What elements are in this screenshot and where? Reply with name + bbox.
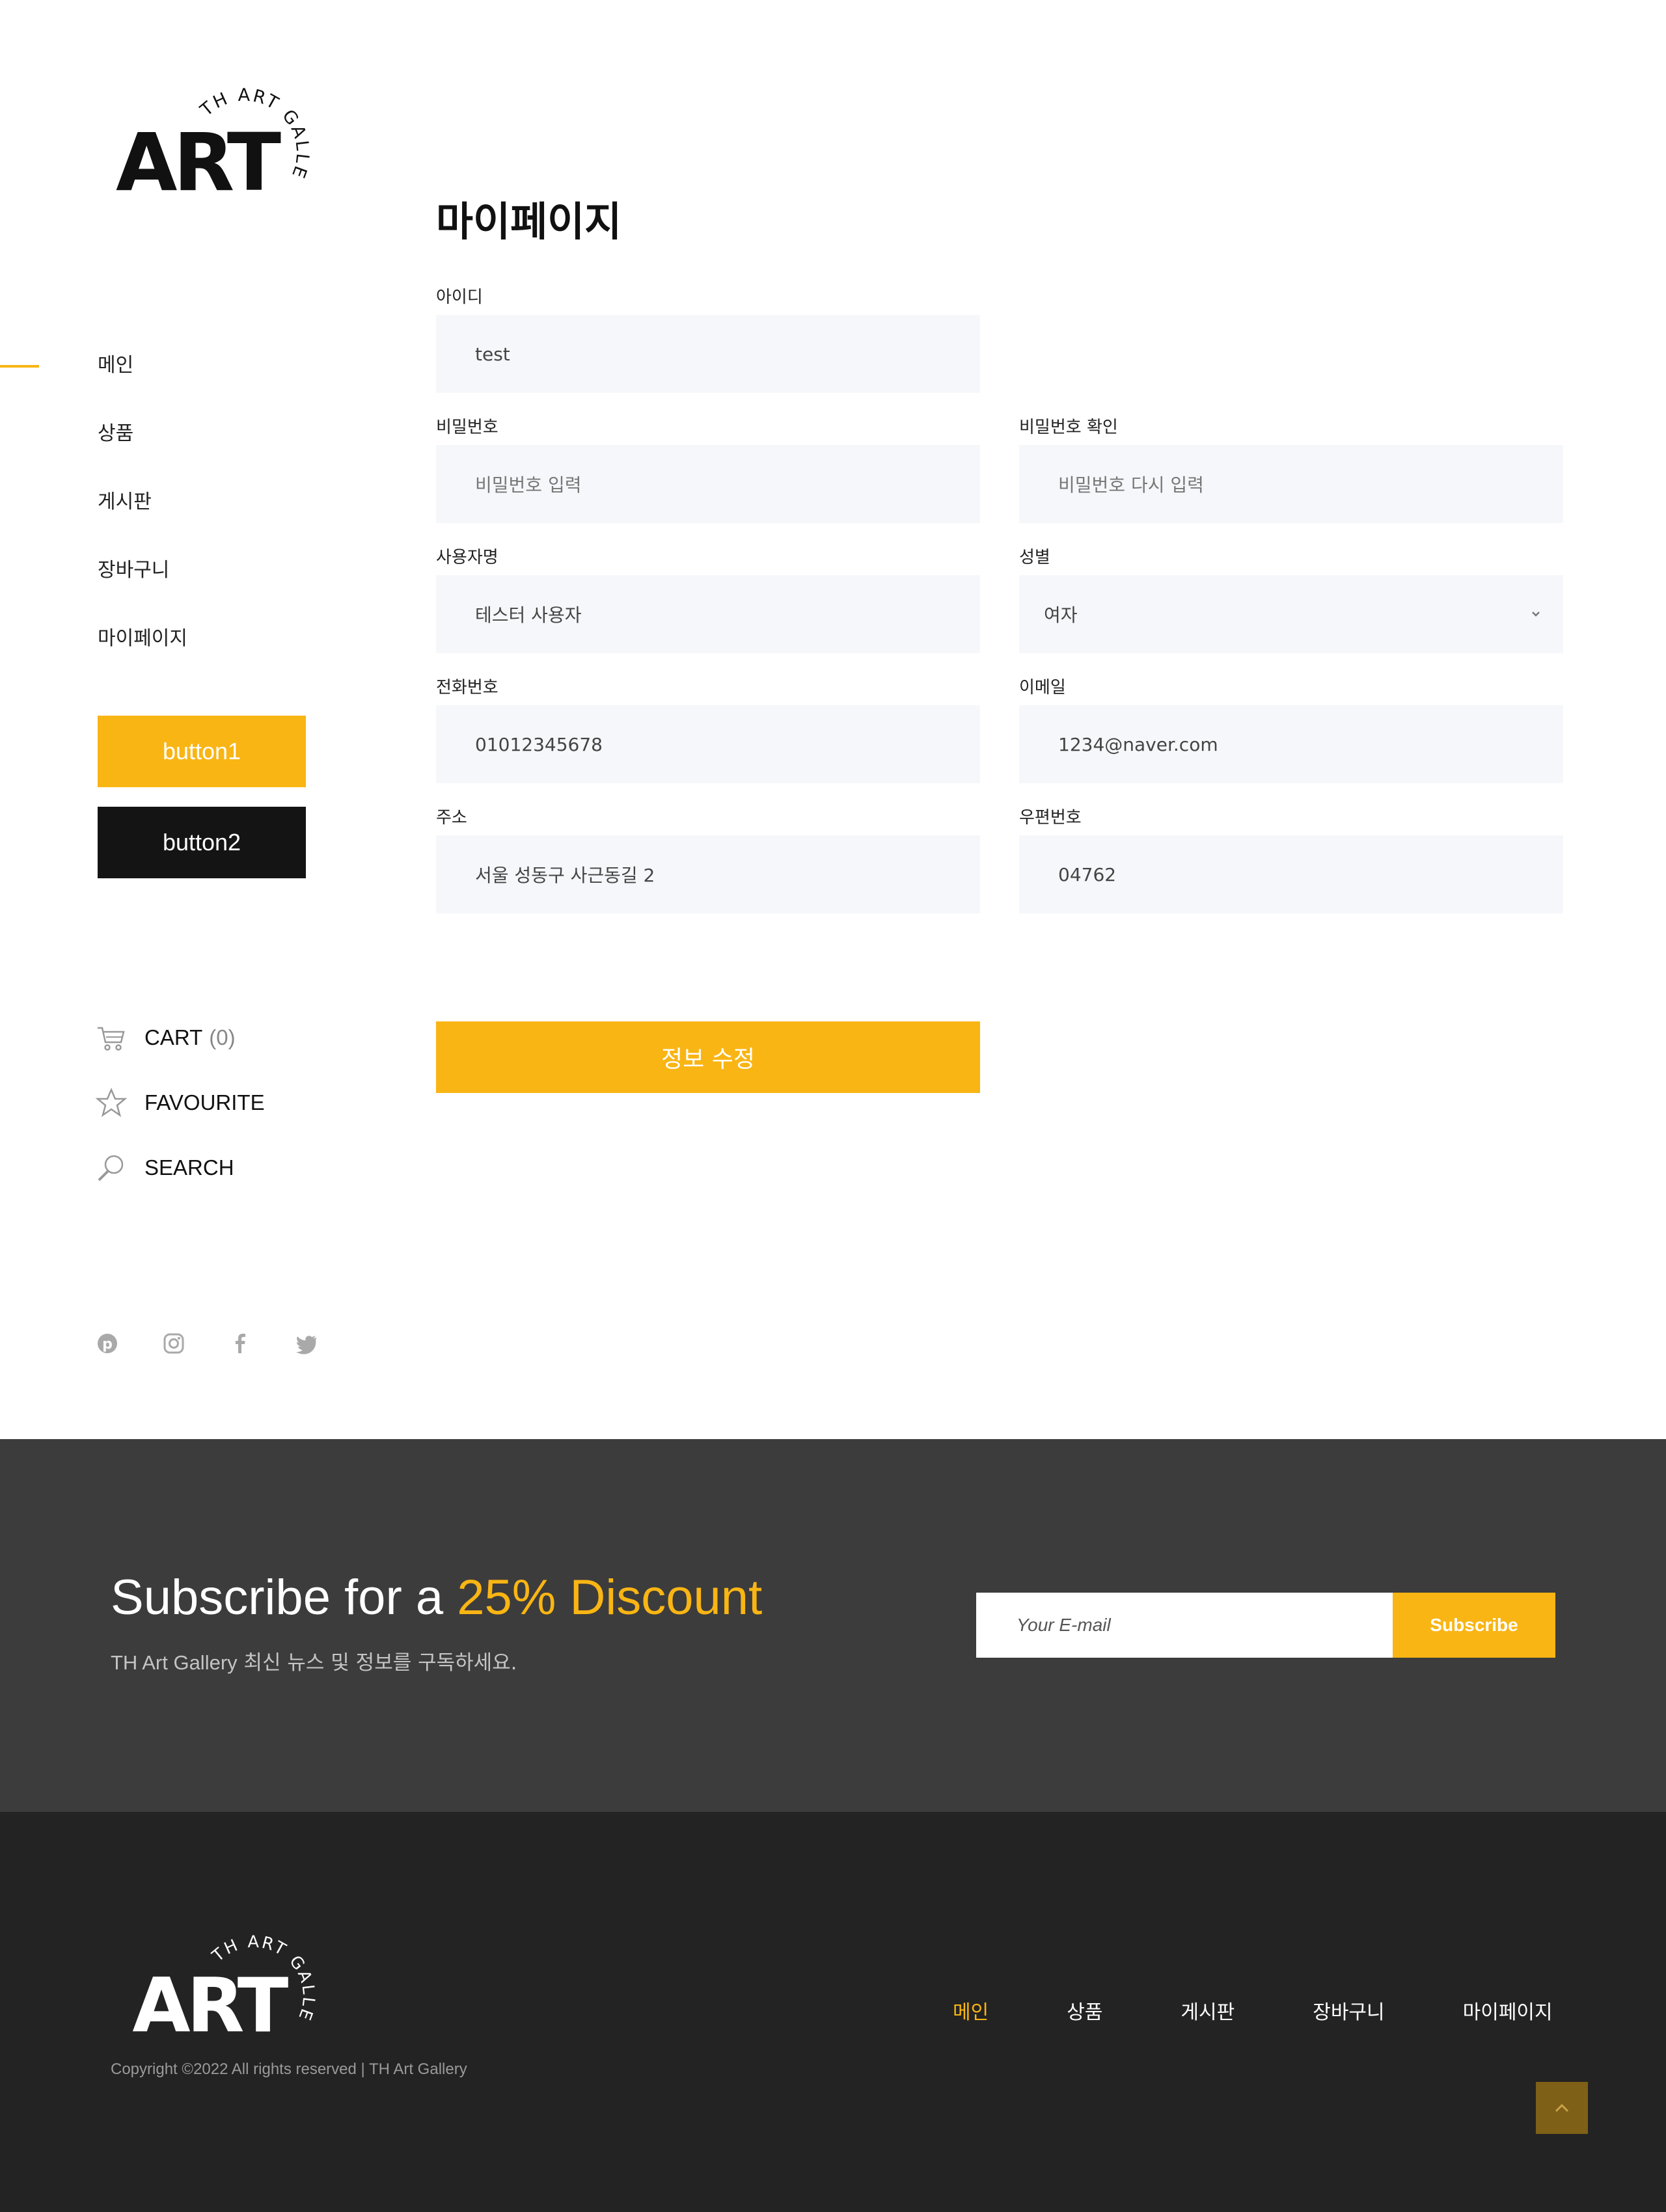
footer-logo[interactable]: ART TH ART GALLERY — [130, 1926, 319, 2036]
phone-input[interactable]: 01012345678 — [436, 705, 980, 783]
subscribe-form: Your E-mail Subscribe — [976, 1593, 1555, 1658]
footer-nav-cart[interactable]: 장바구니 — [1313, 1996, 1384, 2025]
facebook-icon[interactable] — [229, 1332, 251, 1355]
sidebar-item-main[interactable]: 메인 — [98, 351, 187, 420]
password-confirm-input[interactable]: 비밀번호 다시 입력 — [1019, 445, 1563, 523]
art-gallery-logo[interactable]: ART TH ART GALLERY — [116, 78, 311, 195]
page-title: 마이페이지 — [436, 198, 622, 245]
subscribe-desc-brand: TH Art Gallery — [111, 1651, 238, 1674]
footer-nav-board[interactable]: 게시판 — [1181, 1996, 1235, 2025]
twitter-icon[interactable] — [295, 1332, 318, 1355]
favourite-link[interactable]: FAVOURITE — [95, 1086, 265, 1119]
svg-text:ART: ART — [116, 116, 281, 195]
email-input[interactable]: 1234@naver.com — [1019, 705, 1563, 783]
password-field: 비밀번호 비밀번호 입력 — [436, 416, 980, 523]
subscribe-title: Subscribe for a 25% Discount — [111, 1569, 762, 1626]
footer-nav-mypage[interactable]: 마이페이지 — [1463, 1996, 1553, 2025]
zipcode-label: 우편번호 — [1019, 808, 1082, 828]
subscribe-title-prefix: Subscribe for a — [111, 1570, 457, 1625]
phone-field: 전화번호 01012345678 — [436, 677, 980, 783]
phone-label: 전화번호 — [436, 678, 498, 697]
footer-nav-products[interactable]: 상품 — [1067, 1996, 1102, 2025]
zipcode-input[interactable]: 04762 — [1019, 835, 1563, 913]
favourite-label: FAVOURITE — [144, 1090, 265, 1114]
username-label: 사용자명 — [436, 548, 498, 567]
sidebar-item-mypage[interactable]: 마이페이지 — [98, 625, 187, 693]
gender-select[interactable]: 여자 — [1019, 575, 1563, 653]
password-confirm-field: 비밀번호 확인 비밀번호 다시 입력 — [1019, 416, 1563, 523]
gender-label: 성별 — [1019, 548, 1050, 567]
gender-selected-value: 여자 — [1044, 604, 1078, 626]
sidebar-item-board[interactable]: 게시판 — [98, 488, 187, 556]
button2[interactable]: button2 — [98, 807, 306, 878]
zipcode-field: 우편번호 04762 — [1019, 807, 1563, 913]
password-confirm-label: 비밀번호 확인 — [1019, 418, 1118, 437]
active-nav-marker — [0, 365, 39, 368]
sidebar-item-products[interactable]: 상품 — [98, 420, 187, 488]
cart-count: (0) — [209, 1025, 236, 1049]
chevron-up-icon — [1555, 2103, 1569, 2112]
chevron-down-icon — [1532, 612, 1540, 617]
footer-nav-main[interactable]: 메인 — [953, 1996, 989, 2025]
search-link[interactable]: SEARCH — [95, 1152, 234, 1184]
address-input[interactable]: 서울 성동구 사근동길 2 — [436, 835, 980, 913]
subscribe-desc-text: 최신 뉴스 및 정보를 구독하세요. — [237, 1651, 517, 1675]
svg-text:p: p — [102, 1336, 113, 1353]
subscribe-description: TH Art Gallery 최신 뉴스 및 정보를 구독하세요. — [111, 1646, 517, 1675]
subscribe-email-input[interactable]: Your E-mail — [976, 1593, 1393, 1658]
copyright-text: Copyright ©2022 All rights reserved | TH… — [111, 2060, 467, 2078]
gender-field: 성별 여자 — [1019, 546, 1563, 653]
subscribe-section: Subscribe for a 25% Discount TH Art Gall… — [0, 1439, 1666, 1812]
address-field: 주소 서울 성동구 사근동길 2 — [436, 807, 980, 913]
footer-nav: 메인 상품 게시판 장바구니 마이페이지 — [953, 1996, 1553, 2025]
search-label: SEARCH — [144, 1155, 234, 1180]
svg-text:ART: ART — [132, 1962, 288, 2036]
social-links: p — [96, 1332, 362, 1355]
email-field: 이메일 1234@naver.com — [1019, 677, 1563, 783]
search-icon — [98, 1155, 124, 1181]
sidebar-nav: 메인 상품 게시판 장바구니 마이페이지 — [98, 351, 187, 693]
footer: ART TH ART GALLERY Copyright ©2022 All r… — [0, 1812, 1666, 2212]
id-field: 아이디 test — [436, 286, 980, 393]
cart-icon — [98, 1027, 125, 1051]
cart-link[interactable]: CART (0) — [95, 1021, 236, 1054]
username-input[interactable]: 테스터 사용자 — [436, 575, 980, 653]
pinterest-icon[interactable]: p — [96, 1332, 118, 1355]
star-icon — [95, 1087, 128, 1117]
username-field: 사용자명 테스터 사용자 — [436, 546, 980, 653]
password-label: 비밀번호 — [436, 418, 498, 437]
subscribe-button[interactable]: Subscribe — [1393, 1593, 1555, 1658]
address-label: 주소 — [436, 808, 467, 828]
cart-label: CART — [144, 1025, 203, 1049]
update-info-button[interactable]: 정보 수정 — [436, 1021, 980, 1093]
sidebar-item-cart[interactable]: 장바구니 — [98, 556, 187, 625]
button1[interactable]: button1 — [98, 716, 306, 787]
email-label: 이메일 — [1019, 678, 1066, 697]
subscribe-title-highlight: 25% Discount — [457, 1570, 763, 1625]
password-input[interactable]: 비밀번호 입력 — [436, 445, 980, 523]
id-label: 아이디 — [436, 288, 483, 307]
id-input[interactable]: test — [436, 315, 980, 393]
instagram-icon[interactable] — [163, 1332, 185, 1355]
scroll-to-top-button[interactable] — [1536, 2082, 1588, 2134]
